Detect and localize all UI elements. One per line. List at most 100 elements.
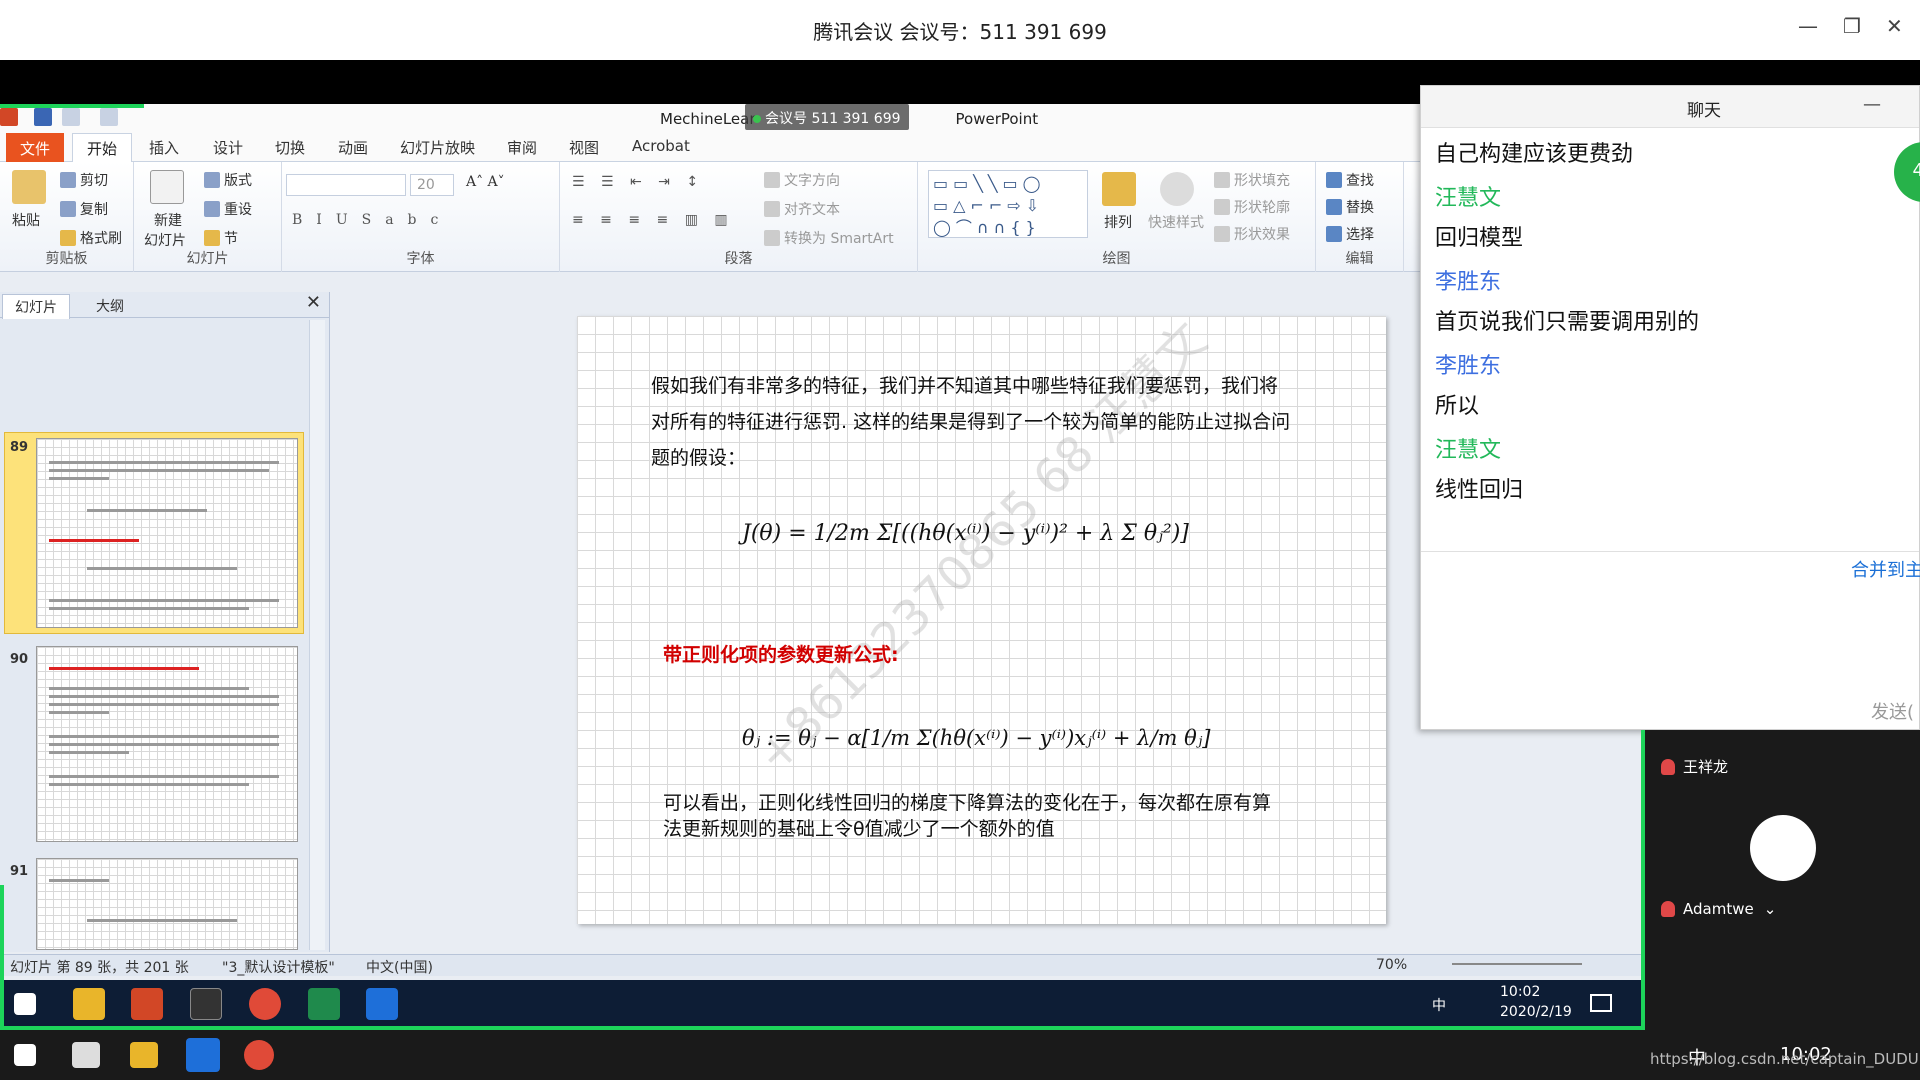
cut-button[interactable]: 剪切 [60, 170, 108, 190]
new-slide-label-1[interactable]: 新建 [154, 210, 182, 230]
binoculars-icon [1326, 172, 1342, 188]
slide-paragraph-line: 可以看出，正则化线性回归的梯度下降算法的变化在于，每次都在原有算 [663, 792, 1272, 814]
section-button[interactable]: 节 [204, 228, 238, 248]
clipboard-label: 剪贴板 [45, 251, 88, 267]
font-style-buttons[interactable]: BIUSabc [292, 212, 452, 228]
grow-font-button[interactable]: A˄ A˅ [466, 174, 505, 190]
pane-tab-outline[interactable]: 大纲 [84, 294, 136, 318]
pane-scrollbar[interactable] [309, 320, 325, 950]
slide-thumbnail[interactable] [36, 858, 298, 950]
chevron-down-icon[interactable]: ⌄ [1764, 900, 1777, 918]
theme-text: "3_默认设计模板" [222, 960, 335, 976]
new-slide-label-2[interactable]: 幻灯片 [144, 230, 186, 250]
slide-paragraph-line: 对所有的特征进行惩罚. 这样的结果是得到了一个较为简单的能防止过拟合问 [651, 411, 1291, 433]
tab-animations[interactable]: 动画 [338, 137, 368, 158]
file-explorer-icon[interactable] [130, 1042, 158, 1068]
align-text-button[interactable]: 对齐文本 [764, 199, 840, 219]
slides-pane: 幻灯片 大纲 ✕ 89 90 91 [0, 292, 330, 952]
ime-indicator[interactable]: 中 [1432, 995, 1446, 1015]
ppt-logo-icon [0, 108, 18, 126]
slide-canvas[interactable]: +86132370865 68 汪慧文 假如我们有非常多的特征，我们并不知道其中… [577, 316, 1386, 924]
excel-icon[interactable] [308, 988, 340, 1020]
slides-label: 幻灯片 [186, 251, 229, 267]
tab-acrobat[interactable]: Acrobat [632, 137, 690, 155]
powerpoint-icon[interactable] [131, 988, 163, 1020]
select-button[interactable]: 选择 [1326, 224, 1374, 244]
quick-styles-button[interactable]: 快速样式 [1148, 212, 1204, 232]
csdn-watermark: https://blog.csdn.net/captain_DUDU [1650, 1050, 1919, 1068]
slide-thumbnail[interactable] [36, 646, 298, 842]
chrome-icon[interactable] [244, 1040, 274, 1070]
tab-slideshow[interactable]: 幻灯片放映 [400, 137, 475, 158]
send-button[interactable]: 发送( [1871, 698, 1914, 724]
tab-home[interactable]: 开始 [72, 133, 132, 163]
recording-dot-icon [753, 115, 761, 123]
merge-to-main-button[interactable]: 合并到主 [1851, 556, 1920, 582]
tab-design[interactable]: 设计 [213, 137, 243, 158]
undo-icon[interactable] [62, 108, 80, 126]
file-explorer-icon[interactable] [73, 988, 105, 1020]
text-direction-button[interactable]: 文字方向 [764, 170, 840, 190]
group-editing: 查找 替换 选择 编辑 [1316, 162, 1404, 272]
tencent-meeting-icon[interactable] [186, 1038, 220, 1072]
align-buttons[interactable]: ≡ ≡ ≡ ≡ ▥ ▥ [572, 212, 734, 228]
save-icon[interactable] [34, 108, 52, 126]
tab-view[interactable]: 视图 [569, 137, 599, 158]
windows-start-icon[interactable] [14, 993, 36, 1015]
group-paragraph: ☰ ☰ ⇤ ⇥ ↕ ≡ ≡ ≡ ≡ ▥ ▥ 文字方向 对齐文本 转换为 Smar… [560, 162, 918, 272]
participant-name[interactable]: Adamtwe ⌄ [1661, 900, 1776, 918]
paste-button[interactable]: 粘贴 [12, 210, 40, 230]
terminal-icon[interactable] [190, 988, 222, 1020]
group-drawing: ▭▭╲╲▭◯ ▭△⌐⌐⇨⇩ ◯⌒∩∩{} 排列 快速样式 形状填充 形状轮廓 形状效… [918, 162, 1316, 272]
tencent-meeting-icon[interactable] [366, 988, 398, 1020]
zoom-slider[interactable] [1452, 963, 1582, 965]
shape-fill-button[interactable]: 形状填充 [1214, 170, 1290, 190]
pane-tab-slides[interactable]: 幻灯片 [2, 294, 70, 319]
pane-tabs: 幻灯片 大纲 ✕ [0, 292, 329, 319]
chat-message: 自己构建应该更费劲 [1435, 142, 1634, 167]
close-button[interactable]: ✕ [1886, 14, 1903, 38]
smartart-button[interactable]: 转换为 SmartArt [764, 228, 894, 248]
font-name-dropdown[interactable] [286, 174, 406, 196]
scissors-icon [60, 172, 76, 188]
pane-close-button[interactable]: ✕ [306, 292, 321, 313]
participant-count-badge[interactable]: 45 [1894, 142, 1920, 202]
copy-button[interactable]: 复制 [60, 199, 108, 219]
tab-review[interactable]: 审阅 [507, 137, 537, 158]
share-frame-edge [0, 1026, 1645, 1030]
format-painter-button[interactable]: 格式刷 [60, 228, 122, 248]
notification-icon[interactable] [1590, 994, 1612, 1012]
shape-effects-button[interactable]: 形状效果 [1214, 224, 1290, 244]
reset-icon [204, 201, 220, 217]
chat-sender: 汪慧文 [1435, 186, 1502, 211]
slide-thumbnail[interactable] [36, 438, 298, 628]
slide-paragraph-line: 题的假设： [651, 447, 747, 469]
font-size-dropdown[interactable]: 20 [410, 174, 454, 196]
layout-button[interactable]: 版式 [204, 170, 252, 190]
group-slides: 新建 幻灯片 版式 重设 节 幻灯片 [134, 162, 282, 272]
tab-insert[interactable]: 插入 [149, 137, 179, 158]
list-buttons[interactable]: ☰ ☰ ⇤ ⇥ ↕ [572, 174, 704, 190]
redo-icon[interactable] [100, 108, 118, 126]
shape-outline-button[interactable]: 形状轮廓 [1214, 197, 1290, 217]
participant-name[interactable]: 王祥龙 [1661, 756, 1728, 777]
chrome-icon[interactable] [249, 988, 281, 1020]
replace-button[interactable]: 替换 [1326, 197, 1374, 217]
tab-transitions[interactable]: 切换 [275, 137, 305, 158]
arrange-button[interactable]: 排列 [1104, 212, 1132, 232]
find-button[interactable]: 查找 [1326, 170, 1374, 190]
restore-button[interactable]: ❐ [1843, 14, 1861, 38]
chat-minimize-button[interactable]: — [1863, 94, 1881, 115]
participants-panel: 王祥龙 Adamtwe ⌄ [1645, 730, 1920, 1030]
mail-icon[interactable] [72, 1042, 100, 1068]
share-frame-edge [1641, 730, 1645, 1030]
reset-button[interactable]: 重设 [204, 199, 252, 219]
font-label: 字体 [406, 251, 435, 267]
windows-start-icon[interactable] [14, 1044, 36, 1066]
section-icon [204, 230, 220, 246]
tab-file[interactable]: 文件 [6, 133, 64, 162]
minimize-button[interactable]: — [1798, 14, 1818, 38]
ribbon-tabs: 文件 开始 插入 设计 切换 动画 幻灯片放映 审阅 视图 Acrobat [0, 132, 1645, 163]
select-cursor-icon [1326, 226, 1342, 242]
shapes-gallery[interactable]: ▭▭╲╲▭◯ ▭△⌐⌐⇨⇩ ◯⌒∩∩{} [928, 170, 1088, 238]
